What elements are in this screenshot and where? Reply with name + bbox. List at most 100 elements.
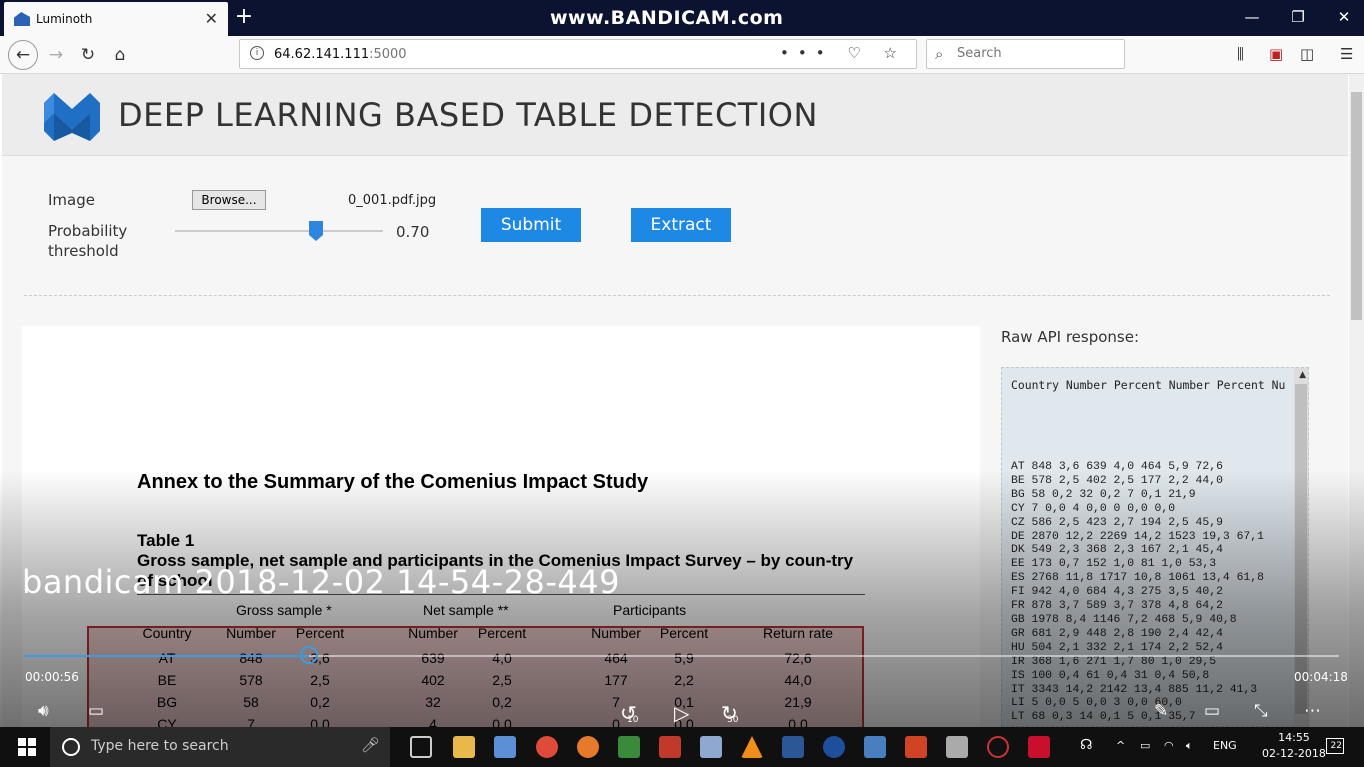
acrobat-icon[interactable] [1028,736,1050,758]
task-view-icon[interactable] [410,736,432,758]
page-actions-icon[interactable]: ••• ♡ ☆ [780,44,906,62]
raw-response-lines: AT 848 3,6 639 4,0 464 5,9 72,6 BE 578 2,… [1011,461,1264,725]
chart-app-icon[interactable] [659,736,681,758]
play-icon: ▷ [674,701,690,725]
browser-search-bar[interactable]: ⌕ [926,39,1125,69]
table-cell: 2,5 [492,672,512,688]
play-button[interactable]: ▷ [674,701,689,725]
table-cell: 2,2 [674,672,694,688]
video-elapsed-time: 00:00:56 [25,670,79,684]
table-number: Table 1 [137,531,195,550]
paint-icon[interactable] [700,736,722,758]
table-cell: 0,2 [492,694,512,710]
powerpoint-icon[interactable] [905,736,927,758]
info-icon[interactable]: i [250,46,264,60]
minimize-button[interactable]: — [1237,8,1267,26]
microphone-icon[interactable]: 🎤︎ [361,736,380,754]
threshold-slider[interactable] [175,230,383,232]
taskbar-search-placeholder: Type here to search [91,738,229,754]
cortana-icon [62,738,80,756]
speaker-icon[interactable]: 🔈︎ [1186,739,1193,753]
draw-icon[interactable]: ✎ [1154,701,1168,721]
raw-response-line: GB 1978 8,4 1146 7,2 468 5,9 40,8 [1011,613,1237,626]
url-host: 64.62.141.111 [274,47,370,62]
threshold-slider-handle[interactable] [309,221,323,241]
file-explorer-icon[interactable] [453,736,475,758]
raw-response-line: GR 681 2,9 448 2,8 190 2,4 42,4 [1011,627,1223,640]
table-cell: 0,0 [310,716,330,727]
page-scroll-thumb[interactable] [1351,92,1362,320]
table-column-header: Percent [477,625,527,641]
captions-icon[interactable]: ▭ [88,701,104,721]
new-tab-button[interactable]: + [234,4,254,30]
url-bar[interactable]: i 64.62.141.111:5000 ••• ♡ ☆ [239,39,917,69]
maximize-button[interactable]: ❐ [1283,8,1313,26]
pocket-icon[interactable]: ▣ [1269,45,1283,63]
exit-fullscreen-icon[interactable]: ⤡ [1254,701,1268,721]
table-cell: 4,0 [492,650,512,666]
submit-button[interactable]: Submit [481,208,581,242]
page-scrollbar[interactable] [1349,74,1364,727]
vlc-icon[interactable] [741,736,763,758]
forward-button[interactable]: → [42,42,70,68]
home-button[interactable]: ⌂ [106,42,134,68]
group-header: Participants [613,602,687,618]
language-indicator[interactable]: ENG [1213,739,1237,752]
people-icon[interactable]: ☊ [1080,737,1092,753]
arrow-right-icon: → [48,45,64,65]
volume-icon[interactable]: 🔊︎ [38,701,49,721]
url-port: :5000 [369,47,407,62]
threshold-value: 0.70 [396,223,430,241]
raw-response-line: EE 173 0,7 152 1,0 81 1,0 53,3 [1011,558,1217,571]
menu-icon[interactable]: ☰ [1340,45,1353,63]
tab-luminoth[interactable]: Luminoth ✕ [4,2,228,36]
bandicam-watermark: www.BANDICAM.com [550,7,784,29]
notebook-icon[interactable] [864,736,886,758]
spider-app-icon[interactable] [987,736,1009,758]
extract-button[interactable]: Extract [631,208,731,242]
section-divider [24,295,1330,296]
network-app-icon[interactable] [494,736,516,758]
raw-response-scroll-thumb[interactable] [1295,384,1307,714]
video-seek-handle[interactable] [300,646,318,664]
taskbar-search[interactable]: Type here to search 🎤︎ [50,727,390,767]
blue-app-icon[interactable] [823,736,845,758]
url-text[interactable]: 64.62.141.111:5000 [274,47,407,62]
more-options-icon[interactable]: ⋯ [1304,701,1321,721]
app-header: DEEP LEARNING BASED TABLE DETECTION [2,74,1348,156]
sidebar-icon[interactable]: ◫ [1300,45,1314,63]
search-icon: ⌕ [935,45,944,63]
chrome-icon[interactable] [536,736,558,758]
mini-player-icon[interactable]: ▭ [1204,701,1220,721]
photos-icon[interactable] [946,736,968,758]
image-label: Image [48,191,95,209]
scroll-up-icon[interactable]: ▲ [1299,370,1306,380]
reload-button[interactable]: ↻ [74,42,102,68]
video-seek-bar[interactable] [24,646,1339,664]
raw-response-title: Raw API response: [1001,328,1140,346]
tab-close-icon[interactable]: ✕ [205,9,218,28]
raw-response-box[interactable]: Country Number Percent Number Percent Nu… [1001,367,1309,727]
raw-response-line: FI 942 4,0 684 4,3 275 3,5 40,2 [1011,586,1223,599]
browse-button[interactable]: Browse... [192,190,266,210]
wifi-icon[interactable]: ◠ [1164,739,1174,752]
battery-icon[interactable]: ▭ [1140,739,1150,752]
word-icon[interactable] [782,736,804,758]
raw-response-line: BE 578 2,5 402 2,5 177 2,2 44,0 [1011,474,1223,487]
spreadsheet-app-icon[interactable] [618,736,640,758]
windows-start-icon[interactable] [18,738,36,756]
close-window-button[interactable]: ✕ [1329,8,1359,26]
video-title: bandicam 2018-12-02 14-54-28-449 [22,563,620,601]
firefox-icon[interactable] [577,736,599,758]
search-input[interactable] [957,46,1117,61]
show-hidden-icons[interactable]: ^ [1116,739,1125,752]
reload-icon: ↻ [80,45,96,65]
notifications-icon[interactable]: 22 [1326,738,1344,754]
raw-response-line: IT 3343 14,2 2142 13,4 885 11,2 41,3 [1011,683,1258,696]
system-clock[interactable]: 14:55 02-12-2018 [1262,730,1326,762]
table-cell: 21,9 [784,694,812,710]
back-button[interactable]: ← [8,40,38,70]
rewind-10-button[interactable]: ↺ 10 [620,701,638,725]
library-icon[interactable]: ⫼ [1237,45,1244,63]
forward-30-button[interactable]: ↻ 30 [721,701,738,725]
